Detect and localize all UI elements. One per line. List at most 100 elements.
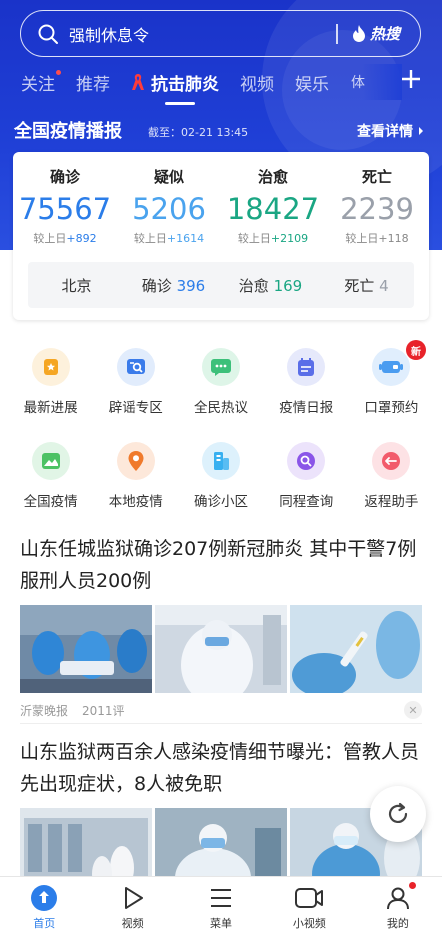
nav-label: 菜单 bbox=[210, 917, 233, 930]
stat-value: 5206 bbox=[132, 192, 206, 226]
tab-entertainment[interactable]: 娱乐 bbox=[295, 70, 329, 95]
stat-value: 75567 bbox=[18, 192, 112, 226]
tabs-fade bbox=[362, 64, 402, 100]
hot-search-button[interactable]: 热搜 bbox=[352, 23, 400, 44]
view-details-label: 查看详情 bbox=[357, 124, 413, 140]
tab-recommend[interactable]: 推荐 bbox=[76, 70, 110, 95]
bookmark-icon bbox=[31, 348, 70, 386]
feature-confirmed-communities[interactable]: 确诊小区 bbox=[178, 434, 263, 528]
add-channel-icon[interactable] bbox=[400, 68, 422, 90]
stat-confirmed: 确诊 75567 较上日+892 bbox=[13, 166, 117, 246]
refresh-button[interactable] bbox=[370, 786, 426, 842]
news-item[interactable]: 山东监狱两百余人感染疫情细节曝光：管教人员先出现症状，8人被免职 bbox=[20, 736, 422, 896]
search-doc-icon bbox=[116, 348, 155, 386]
play-icon bbox=[120, 883, 146, 913]
nav-short-video[interactable]: 小视频 bbox=[265, 877, 353, 933]
search-icon bbox=[38, 24, 58, 44]
search-divider bbox=[336, 23, 338, 44]
building-icon bbox=[202, 442, 240, 480]
feature-mask-reservation[interactable]: 新 口罩预约 bbox=[349, 340, 434, 434]
channel-tabs: 关注 推荐 抗击肺炎 视频 娱乐 体 bbox=[0, 64, 442, 105]
feature-daily-report[interactable]: 疫情日报 bbox=[264, 340, 349, 434]
feature-latest-progress[interactable]: 最新进展 bbox=[8, 340, 93, 434]
feature-label: 同程查询 bbox=[279, 494, 334, 510]
news-source: 沂蒙晚报 bbox=[20, 703, 69, 718]
stat-dead: 死亡 2239 较上日+118 bbox=[325, 166, 429, 246]
tab-label: 抗击肺炎 bbox=[151, 74, 219, 95]
nav-label: 首页 bbox=[33, 917, 56, 930]
feature-label: 确诊小区 bbox=[194, 494, 248, 510]
news-meta: 沂蒙晚报 2011评 ✕ bbox=[20, 701, 422, 719]
nav-home[interactable]: 首页 bbox=[0, 877, 88, 933]
news-images bbox=[20, 605, 422, 693]
stat-label: 死亡 bbox=[361, 168, 392, 186]
feature-label: 疫情日报 bbox=[279, 400, 334, 416]
flame-icon bbox=[352, 25, 365, 42]
feature-label: 辟谣专区 bbox=[108, 400, 163, 416]
feature-label: 全民热议 bbox=[194, 400, 248, 416]
stat-delta: 较上日+118 bbox=[345, 232, 409, 245]
stat-suspected: 疑似 5206 较上日+1614 bbox=[117, 166, 221, 246]
divider bbox=[20, 723, 422, 724]
tab-label: 关注 bbox=[21, 74, 55, 95]
report-title: 全国疫情播报 bbox=[14, 121, 122, 142]
city-summary[interactable]: 北京 确诊 396 治愈 169 死亡 4 bbox=[28, 262, 414, 308]
feature-label: 全国疫情 bbox=[23, 494, 78, 510]
mask-icon bbox=[372, 348, 411, 386]
search-bar[interactable]: 强制休息令 热搜 bbox=[20, 10, 421, 57]
stat-delta: 较上日+892 bbox=[33, 232, 97, 245]
tab-fight-pneumonia[interactable]: 抗击肺炎 bbox=[131, 70, 219, 105]
city-name: 北京 bbox=[61, 276, 92, 295]
dismiss-icon[interactable]: ✕ bbox=[404, 701, 422, 719]
calendar-icon bbox=[287, 348, 326, 386]
return-icon bbox=[372, 442, 411, 480]
nav-menu[interactable]: 菜单 bbox=[177, 877, 265, 933]
nav-label: 我的 bbox=[386, 917, 409, 930]
route-search-icon bbox=[287, 442, 326, 480]
unread-dot bbox=[56, 69, 61, 75]
bottom-nav: 首页 视频 菜单 小视频 我的 bbox=[0, 876, 442, 933]
epidemic-stats-card[interactable]: 确诊 75567 较上日+892 疑似 5206 较上日+1614 治愈 184… bbox=[13, 152, 429, 320]
nav-label: 视频 bbox=[121, 917, 144, 930]
stat-label: 确诊 bbox=[49, 168, 80, 186]
home-icon bbox=[30, 883, 58, 913]
news-image bbox=[155, 605, 287, 693]
hot-search-label: 热搜 bbox=[369, 25, 400, 43]
user-icon bbox=[385, 883, 411, 913]
stat-cured: 治愈 18427 较上日+2109 bbox=[221, 166, 325, 246]
search-query: 强制休息令 bbox=[69, 25, 150, 45]
nav-video[interactable]: 视频 bbox=[88, 877, 176, 933]
view-details-link[interactable]: 查看详情 bbox=[357, 121, 426, 141]
news-comments: 2011评 bbox=[82, 703, 125, 718]
new-badge: 新 bbox=[406, 340, 427, 360]
stat-value: 18427 bbox=[226, 192, 320, 226]
location-pin-icon bbox=[116, 442, 155, 480]
refresh-icon bbox=[388, 802, 408, 823]
city-cured: 治愈 169 bbox=[238, 276, 303, 295]
news-title: 山东任城监狱确诊207例新冠肺炎 其中干警7例服刑人员200例 bbox=[20, 538, 417, 592]
feature-label: 口罩预约 bbox=[364, 400, 419, 416]
tab-follow[interactable]: 关注 bbox=[21, 69, 61, 95]
map-icon bbox=[31, 442, 70, 480]
feature-return-assistant[interactable]: 返程助手 bbox=[349, 434, 434, 528]
notification-dot bbox=[409, 882, 417, 889]
stat-delta: 较上日+2109 bbox=[237, 232, 309, 245]
tab-video[interactable]: 视频 bbox=[240, 70, 274, 95]
stats-row: 确诊 75567 较上日+892 疑似 5206 较上日+1614 治愈 184… bbox=[13, 166, 429, 246]
feature-rumor-busting[interactable]: 辟谣专区 bbox=[93, 340, 178, 434]
news-item[interactable]: 山东任城监狱确诊207例新冠肺炎 其中干警7例服刑人员200例 沂蒙晚报 201… bbox=[20, 533, 422, 719]
menu-icon bbox=[208, 883, 234, 913]
stat-value: 2239 bbox=[340, 192, 414, 226]
news-image bbox=[20, 605, 152, 693]
feature-label: 最新进展 bbox=[23, 400, 78, 416]
feature-trip-query[interactable]: 同程查询 bbox=[264, 434, 349, 528]
feature-local-epidemic[interactable]: 本地疫情 bbox=[93, 434, 178, 528]
stat-label: 治愈 bbox=[257, 168, 288, 186]
feature-grid: 最新进展 辟谣专区 全民热议 疫情日报 新 口罩预约 全国疫情 本地疫情 确诊小… bbox=[0, 340, 442, 528]
feature-public-discussion[interactable]: 全民热议 bbox=[178, 340, 263, 434]
stat-delta: 较上日+1614 bbox=[133, 232, 205, 245]
nav-label: 小视频 bbox=[292, 917, 326, 930]
city-dead: 死亡 4 bbox=[344, 276, 389, 295]
nav-profile[interactable]: 我的 bbox=[354, 877, 442, 933]
feature-national-epidemic[interactable]: 全国疫情 bbox=[8, 434, 93, 528]
